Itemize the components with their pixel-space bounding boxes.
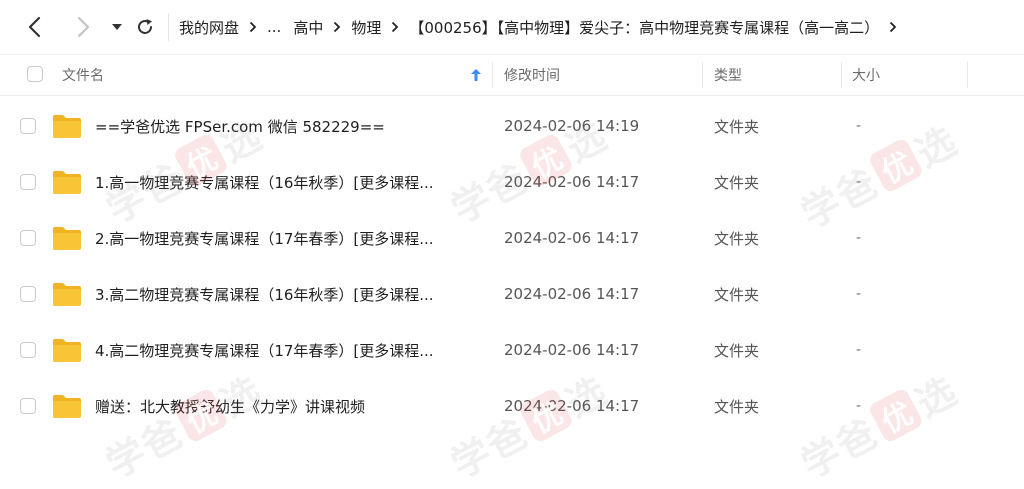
select-all-checkbox[interactable]: [27, 66, 43, 82]
chevron-right-icon: [249, 21, 257, 33]
chevron-right-icon[interactable]: [889, 21, 897, 33]
file-type: 文件夹: [714, 397, 760, 416]
breadcrumb-item-ellipsis[interactable]: ...: [267, 18, 281, 36]
history-dropdown-button[interactable]: [110, 7, 124, 47]
file-row[interactable]: 2.高一物理竞赛专属课程（17年春季）[更多课程... 2024-02-06 1…: [0, 210, 1024, 266]
file-modified: 2024-02-06 14:17: [504, 341, 640, 359]
breadcrumb: 我的网盘 ... 高中 物理 【000256】【高中物理】爱尖子：高中物理竞赛专…: [179, 17, 907, 38]
folder-icon: [53, 171, 81, 194]
file-name[interactable]: 3.高二物理竞赛专属课程（16年秋季）[更多课程...: [95, 266, 434, 322]
file-row[interactable]: 1.高一物理竞赛专属课程（16年秋季）[更多课程... 2024-02-06 1…: [0, 154, 1024, 210]
file-row[interactable]: 4.高二物理竞赛专属课程（17年春季）[更多课程... 2024-02-06 1…: [0, 322, 1024, 378]
column-header-name[interactable]: 文件名: [62, 54, 104, 95]
file-name[interactable]: 2.高一物理竞赛专属课程（17年春季）[更多课程...: [95, 210, 434, 266]
sort-up-icon[interactable]: [471, 54, 481, 95]
back-button[interactable]: [24, 7, 44, 47]
row-checkbox[interactable]: [20, 174, 36, 190]
file-modified: 2024-02-06 14:19: [504, 117, 640, 135]
column-divider[interactable]: [841, 62, 842, 88]
breadcrumb-item-high-school[interactable]: 高中: [293, 17, 323, 38]
row-checkbox[interactable]: [20, 118, 36, 134]
row-checkbox[interactable]: [20, 286, 36, 302]
file-name[interactable]: 赠送：北大教授舒幼生《力学》讲课视频: [95, 378, 365, 434]
forward-arrow-icon: [77, 16, 90, 38]
file-row[interactable]: ==学爸优选 FPSer.com 微信 582229== 2024-02-06 …: [0, 98, 1024, 154]
refresh-icon: [138, 19, 152, 34]
folder-icon: [53, 339, 81, 362]
file-type: 文件夹: [714, 117, 760, 136]
column-divider[interactable]: [492, 62, 493, 88]
file-list-header: 文件名 修改时间 类型 大小: [0, 54, 1024, 96]
file-modified: 2024-02-06 14:17: [504, 285, 640, 303]
row-checkbox[interactable]: [20, 230, 36, 246]
file-type: 文件夹: [714, 341, 760, 360]
refresh-button[interactable]: [134, 7, 156, 47]
chevron-right-icon: [391, 21, 399, 33]
file-size: -: [856, 342, 862, 358]
row-checkbox[interactable]: [20, 398, 36, 414]
column-header-type[interactable]: 类型: [714, 54, 742, 95]
toolbar-divider: [168, 13, 169, 41]
column-header-size[interactable]: 大小: [852, 54, 880, 95]
file-row[interactable]: 赠送：北大教授舒幼生《力学》讲课视频 2024-02-06 14:17 文件夹 …: [0, 378, 1024, 434]
file-modified: 2024-02-06 14:17: [504, 397, 640, 415]
folder-icon: [53, 115, 81, 138]
file-size: -: [856, 398, 862, 414]
navigation-toolbar: 我的网盘 ... 高中 物理 【000256】【高中物理】爱尖子：高中物理竞赛专…: [0, 0, 1024, 55]
file-name[interactable]: 4.高二物理竞赛专属课程（17年春季）[更多课程...: [95, 322, 434, 378]
file-size: -: [856, 230, 862, 246]
forward-button[interactable]: [74, 7, 94, 47]
breadcrumb-item-physics[interactable]: 物理: [351, 17, 381, 38]
breadcrumb-item-my-disk[interactable]: 我的网盘: [179, 17, 239, 38]
file-modified: 2024-02-06 14:17: [504, 229, 640, 247]
chevron-right-icon: [333, 21, 341, 33]
breadcrumb-item-current-folder[interactable]: 【000256】【高中物理】爱尖子：高中物理竞赛专属课程（高一高二）: [409, 17, 879, 38]
file-size: -: [856, 174, 862, 190]
folder-icon: [53, 283, 81, 306]
back-arrow-icon: [28, 16, 41, 38]
file-size: -: [856, 118, 862, 134]
file-row[interactable]: 3.高二物理竞赛专属课程（16年秋季）[更多课程... 2024-02-06 1…: [0, 266, 1024, 322]
dropdown-icon: [112, 24, 122, 30]
file-type: 文件夹: [714, 285, 760, 304]
row-checkbox[interactable]: [20, 342, 36, 358]
file-type: 文件夹: [714, 173, 760, 192]
column-divider[interactable]: [702, 62, 703, 88]
file-size: -: [856, 286, 862, 302]
folder-icon: [53, 395, 81, 418]
column-header-modified[interactable]: 修改时间: [504, 54, 560, 95]
folder-icon: [53, 227, 81, 250]
file-type: 文件夹: [714, 229, 760, 248]
file-modified: 2024-02-06 14:17: [504, 173, 640, 191]
file-name[interactable]: ==学爸优选 FPSer.com 微信 582229==: [95, 98, 385, 154]
column-divider[interactable]: [967, 62, 968, 88]
file-name[interactable]: 1.高一物理竞赛专属课程（16年秋季）[更多课程...: [95, 154, 434, 210]
